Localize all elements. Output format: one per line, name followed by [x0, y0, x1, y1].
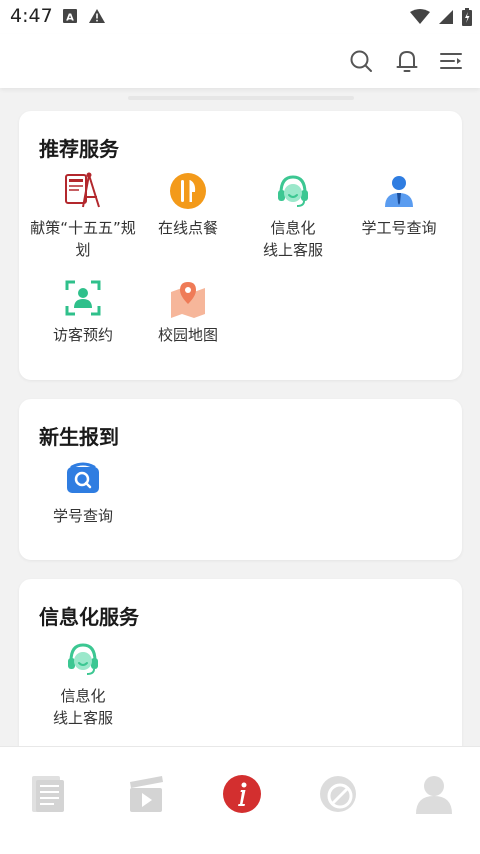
- service-label-line: 信息化: [270, 219, 316, 237]
- section-title: 新生报到: [39, 425, 119, 449]
- service-label-line: 信息化: [60, 687, 106, 705]
- wifi-icon: [410, 9, 430, 24]
- freshman-registration-card: 新生报到 学号查询: [19, 399, 462, 560]
- section-title: 信息化服务: [39, 605, 139, 629]
- service-label-line: 学号查询: [52, 507, 113, 525]
- battery-icon: [462, 8, 472, 26]
- service-label-line: 校园地图: [157, 326, 218, 344]
- bottom-nav: [0, 746, 480, 854]
- status-time: 4:47: [10, 5, 53, 27]
- font-icon: A: [63, 9, 77, 24]
- info-icon[interactable]: [220, 772, 264, 816]
- service-label-line: 划: [75, 241, 91, 259]
- menu-icon[interactable]: [438, 48, 464, 74]
- headset-icon: [278, 175, 308, 207]
- service-online-support[interactable]: 信息化 线上客服: [238, 171, 348, 261]
- news-icon[interactable]: [26, 772, 70, 816]
- service-plan[interactable]: 献策“十五五”规 划: [28, 171, 138, 261]
- service-label-line: 线上客服: [52, 709, 113, 727]
- status-bar: 4:47 A: [0, 0, 480, 34]
- search-icon[interactable]: [348, 48, 374, 74]
- warning-icon: [89, 9, 105, 23]
- scroll-indicator: [128, 96, 354, 100]
- service-visitor-booking[interactable]: 访客预约: [28, 278, 138, 346]
- video-icon[interactable]: [124, 772, 168, 816]
- service-staff-id-lookup[interactable]: 学工号查询: [344, 171, 454, 239]
- top-bar: [0, 34, 480, 88]
- service-label-line: 在线点餐: [157, 219, 218, 237]
- service-label-line: 访客预约: [52, 326, 113, 344]
- service-online-support[interactable]: 信息化 线上客服: [28, 639, 138, 729]
- signal-icon: [439, 10, 453, 24]
- recommended-services-card: 推荐服务 献策“十五五”规 划 在线点餐 信息化 线上客服 学工号查询 访客预约…: [19, 111, 462, 380]
- blocked-icon[interactable]: [316, 772, 360, 816]
- plan-icon: [65, 172, 100, 208]
- service-label-line: 献策“十五五”规: [30, 219, 136, 237]
- service-dining[interactable]: 在线点餐: [133, 171, 243, 239]
- map-icon: [171, 282, 205, 318]
- visitor-scan-icon: [65, 280, 101, 316]
- id-search-icon: [67, 462, 99, 493]
- service-campus-map[interactable]: 校园地图: [133, 278, 243, 346]
- service-label-line: 学工号查询: [361, 219, 437, 237]
- service-student-id-lookup[interactable]: 学号查询: [28, 459, 138, 527]
- person-icon: [385, 176, 413, 207]
- service-label-line: 线上客服: [262, 241, 323, 259]
- profile-icon[interactable]: [412, 772, 456, 816]
- bell-icon[interactable]: [394, 48, 420, 74]
- section-title: 推荐服务: [39, 137, 119, 161]
- svg-text:A: A: [66, 13, 74, 24]
- headset-icon: [68, 643, 98, 675]
- dining-icon: [170, 173, 206, 209]
